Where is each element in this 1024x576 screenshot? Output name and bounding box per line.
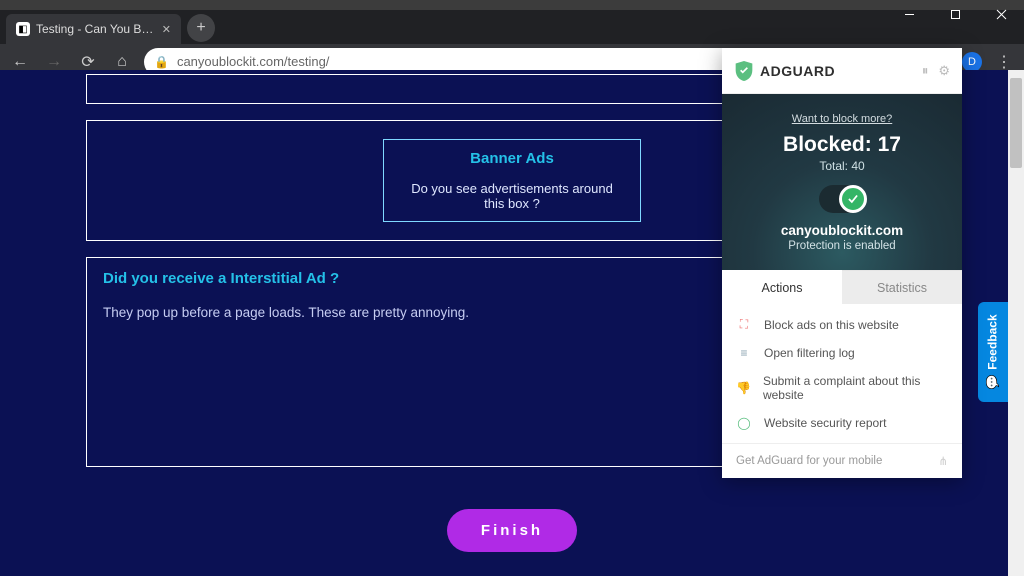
finish-button[interactable]: Finish [447,509,577,552]
domain-label: canyoublockit.com [732,223,952,238]
lock-icon: 🔒 [154,55,169,69]
tab-strip: ◧ Testing - Can You Block It ? - A S ✕ + [0,10,1024,44]
shield-icon: ◯ [736,416,752,430]
list-icon: ≡ [736,346,752,360]
tab-title: Testing - Can You Block It ? - A S [36,22,156,36]
tab-statistics[interactable]: Statistics [842,270,962,304]
blocked-count: Blocked: 17 [732,133,952,157]
check-icon [839,185,867,213]
new-tab-button[interactable]: + [187,14,215,42]
close-window-button[interactable] [978,0,1024,28]
action-filter-log[interactable]: ≡Open filtering log [722,339,962,367]
action-complaint[interactable]: 👎Submit a complaint about this website [722,367,962,409]
favicon-icon: ◧ [16,22,30,36]
action-block-ads[interactable]: ⛶Block ads on this website [722,310,962,339]
close-tab-icon[interactable]: ✕ [162,23,171,36]
profile-avatar[interactable]: D [962,52,982,72]
banner-title: Banner Ads [406,150,618,167]
scrollbar[interactable] [1008,70,1024,576]
browser-tab[interactable]: ◧ Testing - Can You Block It ? - A S ✕ [6,14,181,44]
block-icon: ⛶ [736,317,752,332]
tab-actions[interactable]: Actions [722,270,842,304]
maximize-button[interactable] [932,0,978,28]
gear-icon[interactable]: ⚙ [938,63,950,79]
protection-status: Protection is enabled [732,240,952,252]
thumbs-down-icon: 👎 [736,381,751,395]
pause-icon[interactable]: ⏸ [922,63,929,79]
android-icon[interactable]: ⋔ [938,454,948,468]
adguard-logo: ADGUARD [734,60,835,82]
action-security-report[interactable]: ◯Website security report [722,409,962,437]
adguard-panel: ADGUARD ⏸ ⚙ Want to block more? Blocked:… [722,48,962,478]
feedback-tab[interactable]: 💬 Feedback [978,302,1008,402]
question-title: Did you receive a Interstitial Ad ? [103,270,716,287]
banner-box: Banner Ads Do you see advertisements aro… [383,139,641,222]
footer-text: Get AdGuard for your mobile [736,455,882,467]
banner-subtitle: Do you see advertisements around this bo… [406,181,618,211]
scrollbar-thumb[interactable] [1010,78,1022,168]
minimize-button[interactable] [886,0,932,28]
protection-toggle[interactable] [819,185,865,213]
total-count: Total: 40 [732,159,952,173]
question-body: They pop up before a page loads. These a… [103,303,716,323]
block-more-link[interactable]: Want to block more? [792,113,892,125]
